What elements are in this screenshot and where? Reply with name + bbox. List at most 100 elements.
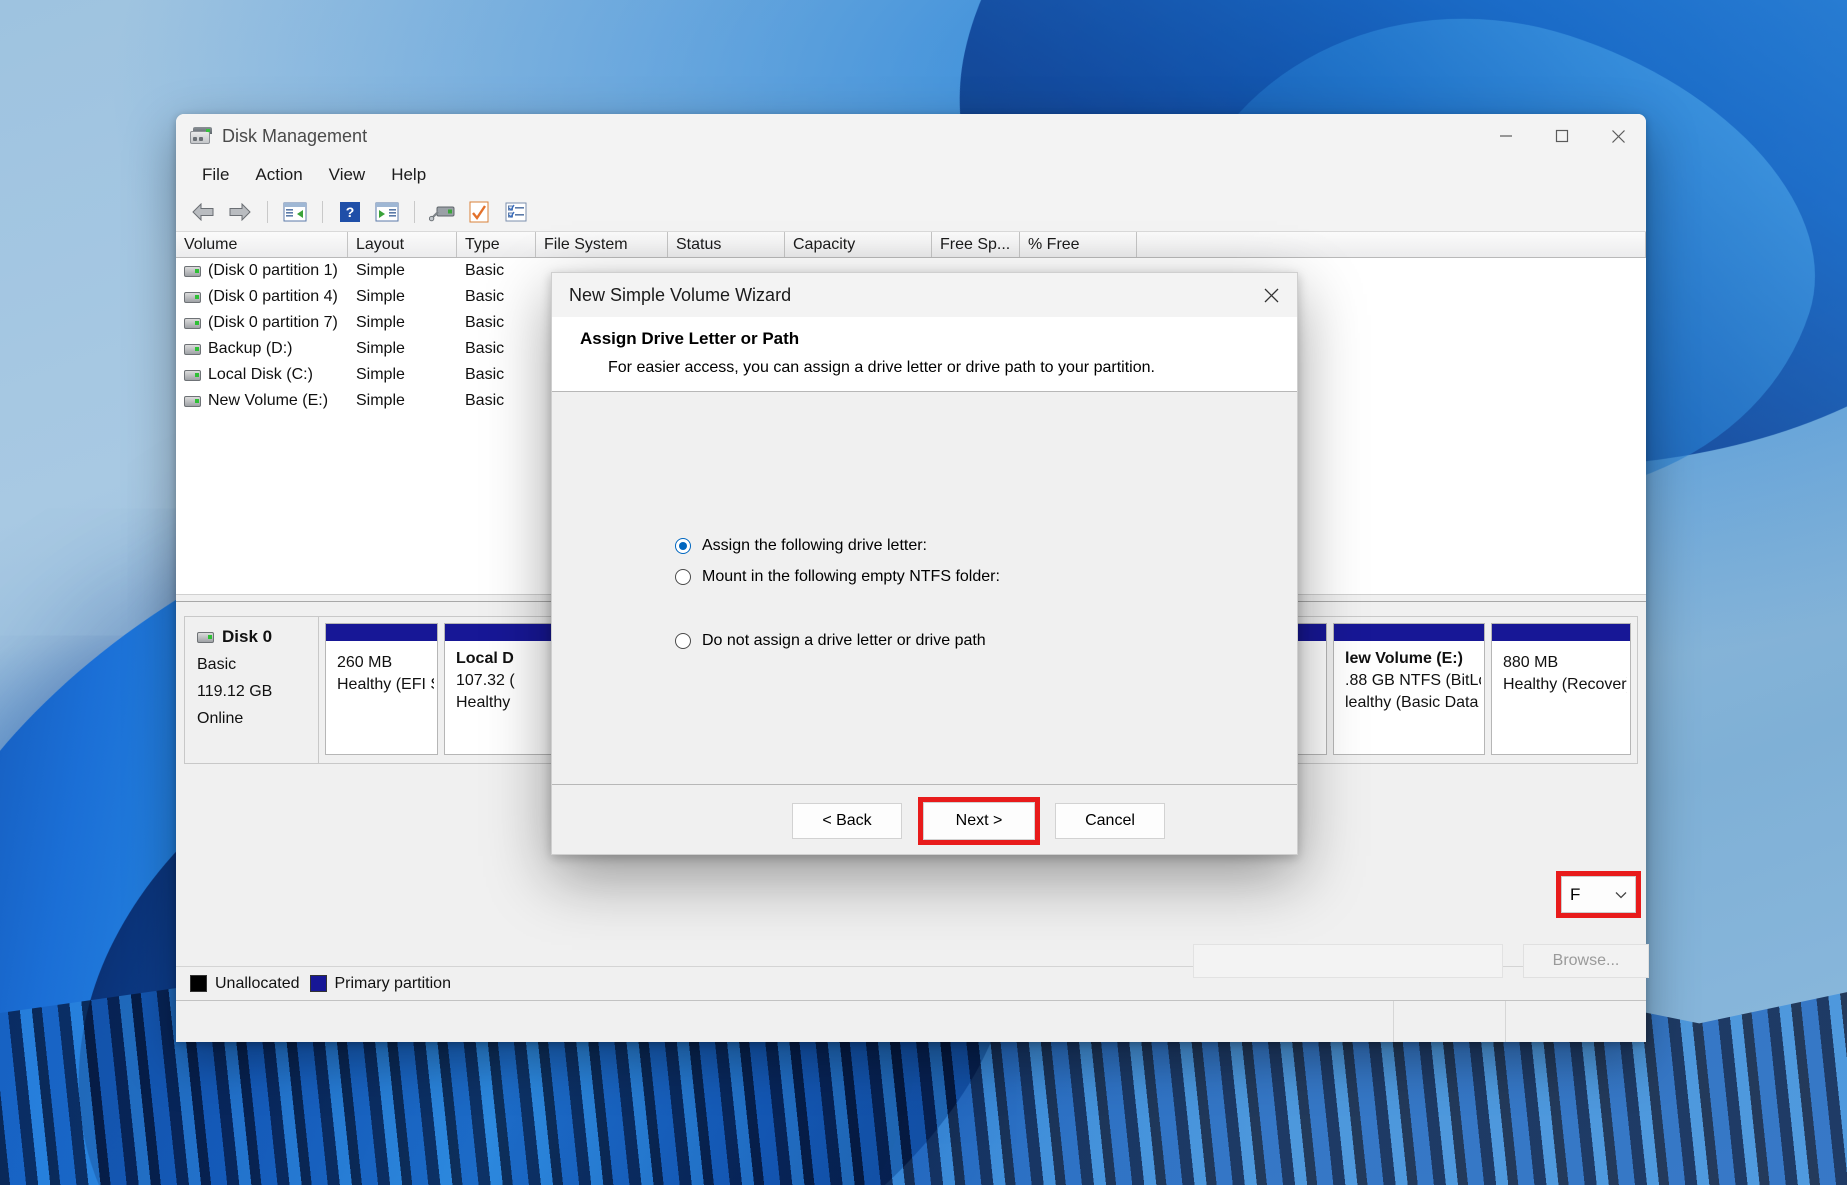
- column-header-filler: [1137, 232, 1646, 257]
- status-bar-section-1: [176, 1001, 1394, 1042]
- show-hide-console-tree-icon[interactable]: [278, 197, 312, 227]
- partition-color-bar: [1492, 624, 1630, 641]
- legend-primary-partition: Primary partition: [309, 975, 451, 993]
- column-header-capacity[interactable]: Capacity: [785, 232, 932, 257]
- cell-layout: Simple: [356, 340, 405, 357]
- back-button[interactable]: < Back: [792, 803, 902, 839]
- volume-icon: [184, 317, 201, 329]
- partition-body: lew Volume (E:) .88 GB NTFS (BitLock lea…: [1334, 641, 1484, 754]
- volume-icon: [184, 369, 201, 381]
- rescan-disks-icon[interactable]: [425, 197, 459, 227]
- cell-volume: New Volume (E:): [176, 392, 348, 410]
- dialog-header: Assign Drive Letter or Path For easier a…: [552, 317, 1297, 392]
- cell-volume-label: (Disk 0 partition 4): [208, 288, 338, 305]
- toolbar: ?: [176, 192, 1646, 232]
- window-titlebar: Disk Management: [176, 114, 1646, 158]
- back-arrow-icon[interactable]: [186, 197, 220, 227]
- dialog-body: Assign the following drive letter: F Mou…: [552, 392, 1649, 978]
- legend-unallocated: Unallocated: [190, 975, 300, 993]
- cell-volume-label: New Volume (E:): [208, 392, 329, 409]
- close-icon[interactable]: [1245, 273, 1297, 317]
- cell-layout: Simple: [356, 288, 405, 305]
- disk-name: Disk 0: [197, 627, 318, 647]
- partition-block[interactable]: lew Volume (E:) .88 GB NTFS (BitLock lea…: [1333, 623, 1485, 755]
- ntfs-folder-input[interactable]: [1193, 944, 1503, 978]
- drive-letter-value: F: [1570, 884, 1581, 904]
- radio-no-drive-letter[interactable]: Do not assign a drive letter or drive pa…: [675, 632, 986, 650]
- window-title: Disk Management: [222, 125, 368, 146]
- cell-type: Basic: [465, 340, 505, 357]
- radio-indicator: [675, 633, 691, 649]
- drive-letter-highlight: F: [1556, 871, 1641, 918]
- list-view-icon[interactable]: [499, 197, 533, 227]
- column-header-status[interactable]: Status: [668, 232, 785, 257]
- disk-size: 119.12 GB: [197, 683, 273, 700]
- column-header-free-space[interactable]: Free Sp...: [932, 232, 1020, 257]
- partition-color-bar: [326, 624, 437, 641]
- cell-type: Basic: [465, 392, 505, 409]
- legend-swatch-primary: [309, 975, 327, 992]
- next-button-highlight: Next >: [918, 797, 1040, 845]
- status-bar: [176, 1000, 1646, 1042]
- forward-arrow-icon[interactable]: [223, 197, 257, 227]
- disk-info-panel[interactable]: Disk 0 Basic 119.12 GB Online: [184, 616, 319, 764]
- cell-volume-label: Backup (D:): [208, 340, 293, 357]
- volume-icon: [184, 395, 201, 407]
- cell-layout: Simple: [356, 392, 405, 409]
- cell-volume: (Disk 0 partition 7): [176, 314, 348, 332]
- partition-size: 260 MB: [337, 654, 393, 671]
- column-header-volume[interactable]: Volume: [176, 232, 348, 257]
- cell-volume: Backup (D:): [176, 340, 348, 358]
- partition-color-bar: [1334, 624, 1484, 641]
- radio-assign-drive-letter[interactable]: Assign the following drive letter:: [675, 537, 927, 555]
- dialog-heading: Assign Drive Letter or Path: [580, 329, 800, 348]
- cancel-button[interactable]: Cancel: [1055, 803, 1165, 839]
- disk-icon: [197, 631, 214, 643]
- column-header-percent-free[interactable]: % Free: [1020, 232, 1137, 257]
- cell-type: Basic: [465, 288, 505, 305]
- new-simple-volume-wizard-dialog: New Simple Volume Wizard Assign Drive Le…: [551, 272, 1649, 978]
- partition-status: Healthy (EFI S: [337, 676, 437, 693]
- show-hide-action-pane-icon[interactable]: [370, 197, 404, 227]
- radio-label: Assign the following drive letter:: [702, 537, 927, 554]
- partition-block[interactable]: 260 MB Healthy (EFI S: [325, 623, 438, 755]
- status-bar-section-3: [1506, 1001, 1646, 1042]
- menu-view[interactable]: View: [317, 161, 378, 189]
- partition-block[interactable]: 880 MB Healthy (Recover): [1491, 623, 1631, 755]
- radio-label: Mount in the following empty NTFS folder…: [702, 568, 1000, 585]
- svg-text:?: ?: [346, 204, 355, 220]
- legend-swatch-unallocated: [190, 975, 207, 992]
- legend-label-unallocated: Unallocated: [215, 974, 300, 992]
- properties-icon[interactable]: [462, 197, 496, 227]
- cell-type: Basic: [465, 366, 505, 383]
- menu-action[interactable]: Action: [243, 161, 314, 189]
- column-header-type[interactable]: Type: [457, 232, 536, 257]
- menu-help[interactable]: Help: [379, 161, 438, 189]
- help-icon[interactable]: ?: [333, 197, 367, 227]
- minimize-icon[interactable]: [1478, 114, 1534, 158]
- cell-volume-label: (Disk 0 partition 1): [208, 262, 338, 279]
- dialog-footer: < Back Next > Cancel: [552, 784, 1297, 854]
- maximize-icon[interactable]: [1534, 114, 1590, 158]
- drive-letter-select[interactable]: F: [1561, 876, 1636, 913]
- browse-button[interactable]: Browse...: [1523, 944, 1649, 978]
- radio-mount-ntfs-folder[interactable]: Mount in the following empty NTFS folder…: [675, 568, 1000, 586]
- volume-list-header: Volume Layout Type File System Status Ca…: [176, 232, 1646, 258]
- cell-type: Basic: [465, 314, 505, 331]
- column-header-layout[interactable]: Layout: [348, 232, 457, 257]
- radio-label: Do not assign a drive letter or drive pa…: [702, 632, 986, 649]
- next-button[interactable]: Next >: [923, 802, 1035, 840]
- column-header-file-system[interactable]: File System: [536, 232, 668, 257]
- dialog-titlebar: New Simple Volume Wizard: [552, 273, 1297, 317]
- dialog-subheading: For easier access, you can assign a driv…: [608, 359, 1155, 376]
- toolbar-separator: [267, 200, 268, 223]
- partition-size: 880 MB: [1503, 654, 1559, 671]
- chevron-down-icon: [1615, 887, 1627, 902]
- cell-volume-label: Local Disk (C:): [208, 366, 313, 383]
- volume-icon: [184, 265, 201, 277]
- close-icon[interactable]: [1590, 114, 1646, 158]
- partition-body: 880 MB Healthy (Recover): [1492, 641, 1630, 754]
- menu-file[interactable]: File: [190, 161, 241, 189]
- partition-status: Healthy (Recover): [1503, 676, 1630, 693]
- disk-status: Online: [197, 710, 244, 727]
